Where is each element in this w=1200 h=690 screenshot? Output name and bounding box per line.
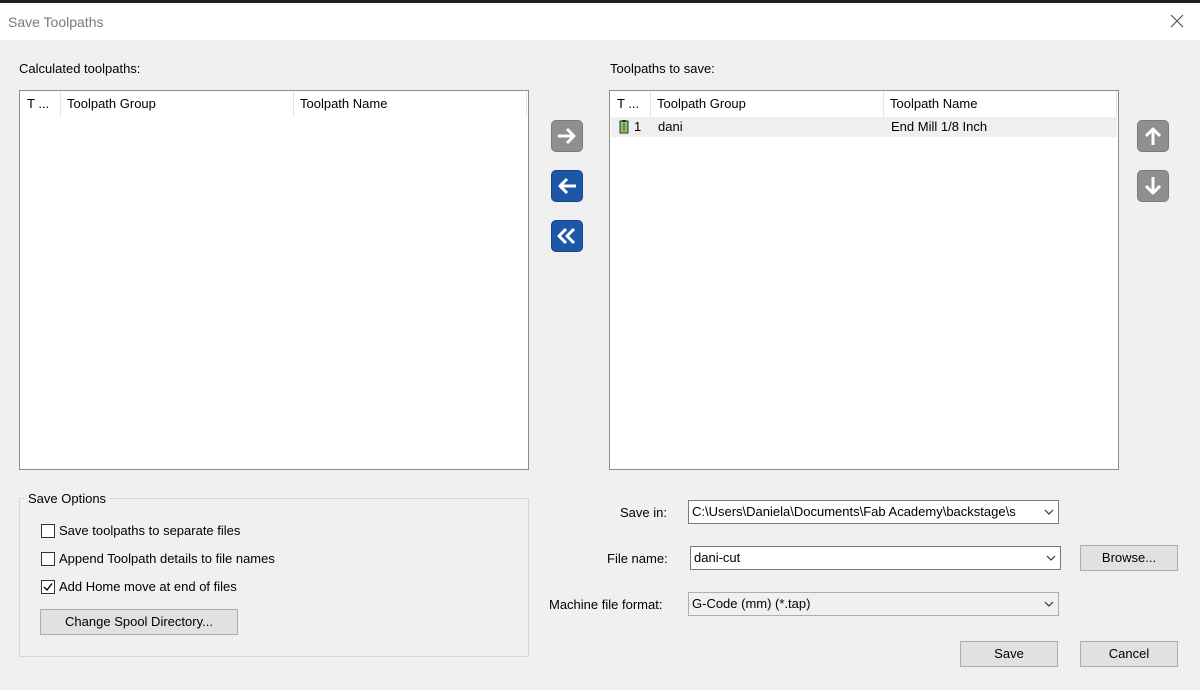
arrow-down-icon: [1144, 177, 1162, 195]
cancel-button[interactable]: Cancel: [1080, 641, 1178, 667]
chevron-down-icon[interactable]: [1044, 600, 1054, 608]
move-all-left-button[interactable]: [551, 220, 583, 252]
checkmark-icon: [43, 583, 53, 592]
change-spool-directory-button[interactable]: Change Spool Directory...: [40, 609, 238, 635]
column-header-group[interactable]: Toolpath Group: [61, 91, 294, 117]
table-row[interactable]: 1 dani End Mill 1/8 Inch: [611, 117, 1117, 137]
browse-button[interactable]: Browse...: [1080, 545, 1178, 571]
column-header-name[interactable]: Toolpath Name: [294, 91, 527, 117]
row-toolpath-name: End Mill 1/8 Inch: [891, 119, 988, 134]
toolpaths-to-save-label: Toolpaths to save:: [610, 61, 715, 76]
arrow-left-icon: [558, 177, 576, 195]
toolpaths-to-save-list[interactable]: T ... Toolpath Group Toolpath Name 1 dan…: [609, 90, 1119, 470]
move-right-button[interactable]: [551, 120, 583, 152]
tool-holder-icon: [619, 120, 629, 134]
column-header-tool[interactable]: T ...: [611, 91, 651, 117]
chevron-down-icon[interactable]: [1046, 554, 1056, 562]
separate-files-checkbox[interactable]: [41, 524, 55, 538]
row-toolpath-group: dani: [658, 119, 683, 134]
save-in-combobox[interactable]: C:\Users\Daniela\Documents\Fab Academy\b…: [688, 500, 1059, 524]
file-name-label: File name:: [607, 551, 668, 566]
list-header: T ... Toolpath Group Toolpath Name: [20, 91, 528, 117]
column-header-tool[interactable]: T ...: [21, 91, 61, 117]
home-move-label: Add Home move at end of files: [59, 579, 237, 594]
move-left-button[interactable]: [551, 170, 583, 202]
save-button[interactable]: Save: [960, 641, 1058, 667]
machine-file-format-value: G-Code (mm) (*.tap): [692, 596, 811, 611]
move-down-button[interactable]: [1137, 170, 1169, 202]
file-name-value: dani-cut: [694, 550, 741, 565]
column-header-name[interactable]: Toolpath Name: [884, 91, 1117, 117]
move-up-button[interactable]: [1137, 120, 1169, 152]
row-tool-number: 1: [634, 119, 642, 134]
close-button[interactable]: [1164, 8, 1190, 34]
close-icon: [1170, 14, 1184, 28]
column-header-group[interactable]: Toolpath Group: [651, 91, 884, 117]
separate-files-label: Save toolpaths to separate files: [59, 523, 241, 538]
file-name-combobox[interactable]: dani-cut: [690, 546, 1061, 570]
double-chevron-left-icon: [557, 227, 576, 245]
save-options-title: Save Options: [24, 491, 111, 506]
save-options-group: Save Options Save toolpaths to separate …: [19, 491, 529, 657]
calculated-toolpaths-list[interactable]: T ... Toolpath Group Toolpath Name: [19, 90, 529, 470]
window-title: Save Toolpaths: [8, 14, 104, 30]
machine-file-format-select[interactable]: G-Code (mm) (*.tap): [688, 592, 1059, 616]
list-header: T ... Toolpath Group Toolpath Name: [610, 91, 1118, 117]
append-details-label: Append Toolpath details to file names: [59, 551, 275, 566]
append-details-checkbox[interactable]: [41, 552, 55, 566]
arrow-up-icon: [1144, 127, 1162, 145]
save-in-value: C:\Users\Daniela\Documents\Fab Academy\b…: [692, 504, 1016, 519]
arrow-right-icon: [558, 127, 576, 145]
machine-file-format-label: Machine file format:: [549, 597, 663, 612]
title-bar: Save Toolpaths: [0, 3, 1200, 40]
chevron-down-icon[interactable]: [1044, 508, 1054, 516]
save-in-label: Save in:: [620, 505, 667, 520]
calculated-toolpaths-label: Calculated toolpaths:: [19, 61, 141, 76]
home-move-checkbox[interactable]: [41, 580, 55, 594]
